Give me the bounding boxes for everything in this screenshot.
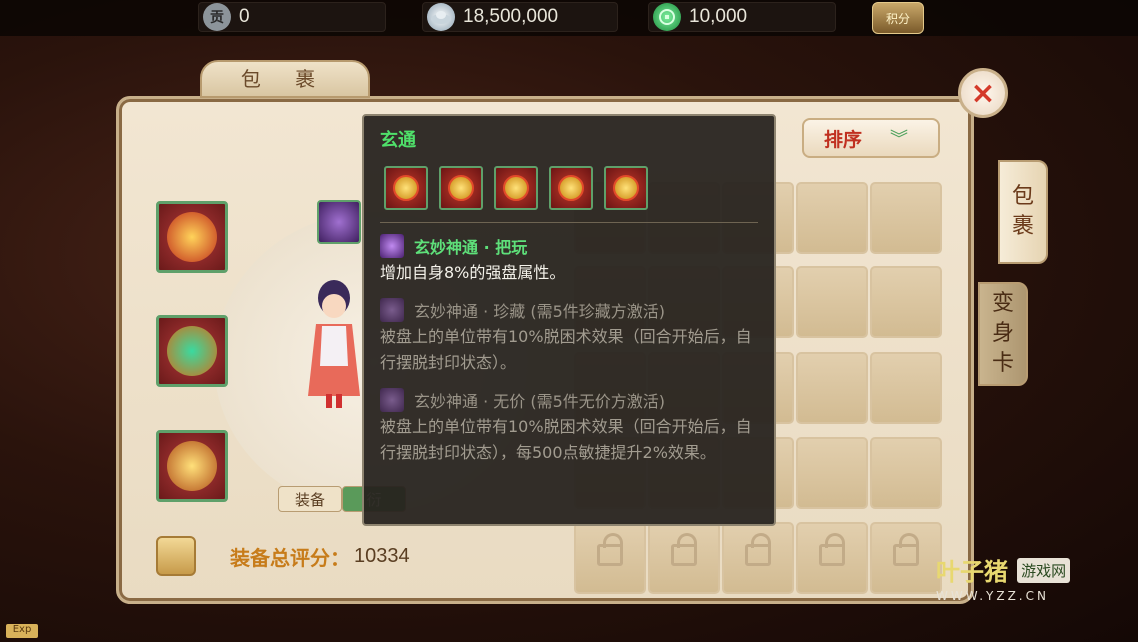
- tribute-value: 0: [239, 6, 250, 27]
- sort-label: 排序: [824, 128, 863, 151]
- skill-2: 玄妙神通 · 珍藏 (需5件珍藏方激活): [380, 298, 665, 322]
- currency-bar: 贡 0 18,500,000 10,000 积分: [0, 0, 1138, 36]
- tab-bag-label: 包 裹: [1011, 184, 1034, 239]
- inventory-slot[interactable]: [870, 437, 942, 509]
- watermark: 叶子猪 游戏网 WWW.YZZ.CN: [936, 552, 1071, 603]
- gem-icon: [393, 175, 419, 201]
- lock-icon: [671, 533, 697, 566]
- item-tooltip: 玄通 玄妙神通 · 把玩 增加自身8%的强盘属性。 玄妙神通 · 珍藏 (需5件…: [362, 114, 776, 526]
- watermark-url: WWW.YZZ.CN: [936, 589, 1049, 603]
- set-item-2: [439, 166, 483, 210]
- skill-1: 玄妙神通 · 把玩: [380, 234, 527, 258]
- set-item-1: [384, 166, 428, 210]
- jade-value: 10,000: [689, 6, 748, 27]
- skill-2-desc: 被盘上的单位带有10%脱困术效果（回合开始后，自行摆脱封印状态）。: [380, 327, 752, 372]
- lock-icon: [819, 533, 845, 566]
- equipment-icon: [167, 441, 217, 491]
- tab-transform-card[interactable]: 变 身 卡: [978, 282, 1028, 386]
- silver-ingot-icon: [427, 3, 455, 31]
- skill-1-name: 玄妙神通 · 把玩: [414, 238, 528, 257]
- sort-button[interactable]: 排序 ︾: [802, 118, 940, 158]
- character-avatar: [302, 276, 366, 412]
- skill-3: 玄妙神通 · 无价 (需5件无价方激活): [380, 388, 665, 412]
- tribute-currency: 贡 0: [198, 2, 386, 32]
- score-value: 10334: [354, 544, 410, 567]
- locked-slot[interactable]: [796, 522, 868, 594]
- gem-icon: [503, 175, 529, 201]
- jade-coin-icon: [653, 3, 681, 31]
- skill-2-name: 玄妙神通 · 珍藏 (需5件珍藏方激活): [414, 302, 666, 321]
- inventory-slot[interactable]: [796, 266, 868, 338]
- close-button[interactable]: ×: [958, 68, 1008, 118]
- tab-equip[interactable]: 装备: [278, 486, 342, 512]
- skill-3-name: 玄妙神通 · 无价 (需5件无价方激活): [414, 392, 666, 411]
- inventory-slot[interactable]: [870, 182, 942, 254]
- equip-score-row: 装备总评分： 10334: [156, 536, 410, 576]
- score-label: 装备总评分：: [230, 545, 350, 570]
- gem-icon: [558, 175, 584, 201]
- set-item-4: [549, 166, 593, 210]
- gem-icon: [613, 175, 639, 201]
- skill-slot[interactable]: [317, 200, 361, 244]
- gem-icon: [448, 175, 474, 201]
- set-item-3: [494, 166, 538, 210]
- inventory-slot[interactable]: [796, 182, 868, 254]
- silver-currency: 18,500,000: [422, 2, 618, 32]
- skill-icon: [380, 234, 404, 258]
- equip-slot-3[interactable]: [156, 430, 228, 502]
- lock-icon: [745, 533, 771, 566]
- equipment-icon: [167, 326, 217, 376]
- score-badge-label: 积分: [885, 11, 910, 26]
- tooltip-title: 玄通: [380, 130, 416, 151]
- tribute-coin-icon: 贡: [203, 3, 231, 31]
- jade-currency: 10,000: [648, 2, 836, 32]
- locked-slot[interactable]: [870, 522, 942, 594]
- exp-tag: Exp: [6, 624, 38, 638]
- locked-slot[interactable]: [722, 522, 794, 594]
- equip-slot-1[interactable]: [156, 201, 228, 273]
- equipment-icon: [167, 212, 217, 262]
- inventory-slot[interactable]: [796, 352, 868, 424]
- close-icon: ×: [970, 75, 996, 111]
- equip-slot-2[interactable]: [156, 315, 228, 387]
- skill-icon: [380, 298, 404, 322]
- tooltip-set-items: [384, 166, 659, 210]
- inventory-slot[interactable]: [870, 352, 942, 424]
- locked-slot[interactable]: [574, 522, 646, 594]
- tooltip-divider: [380, 222, 758, 223]
- tab-bag[interactable]: 包 裹: [998, 160, 1048, 264]
- panel-title: 包 裹: [200, 60, 370, 98]
- inventory-slot[interactable]: [796, 437, 868, 509]
- skill-3-desc: 被盘上的单位带有10%脱困术效果（回合开始后，自行摆脱封印状态），每500点敏捷…: [380, 417, 752, 462]
- tab-transform-label: 变 身 卡: [991, 291, 1014, 376]
- locked-slot[interactable]: [648, 522, 720, 594]
- set-item-5: [604, 166, 648, 210]
- skill-icon: [380, 388, 404, 412]
- silver-value: 18,500,000: [463, 6, 559, 27]
- watermark-brand: 叶子猪: [936, 558, 1008, 586]
- chevron-down-icon: ︾: [890, 129, 909, 150]
- inventory-slot[interactable]: [870, 266, 942, 338]
- watermark-badge: 游戏网: [1017, 558, 1071, 583]
- score-badge-button[interactable]: 积分: [872, 2, 924, 34]
- lock-icon: [597, 533, 623, 566]
- skill-1-desc: 增加自身8%的强盘属性。: [380, 263, 566, 282]
- lock-icon: [893, 533, 919, 566]
- book-icon-button[interactable]: [156, 536, 196, 576]
